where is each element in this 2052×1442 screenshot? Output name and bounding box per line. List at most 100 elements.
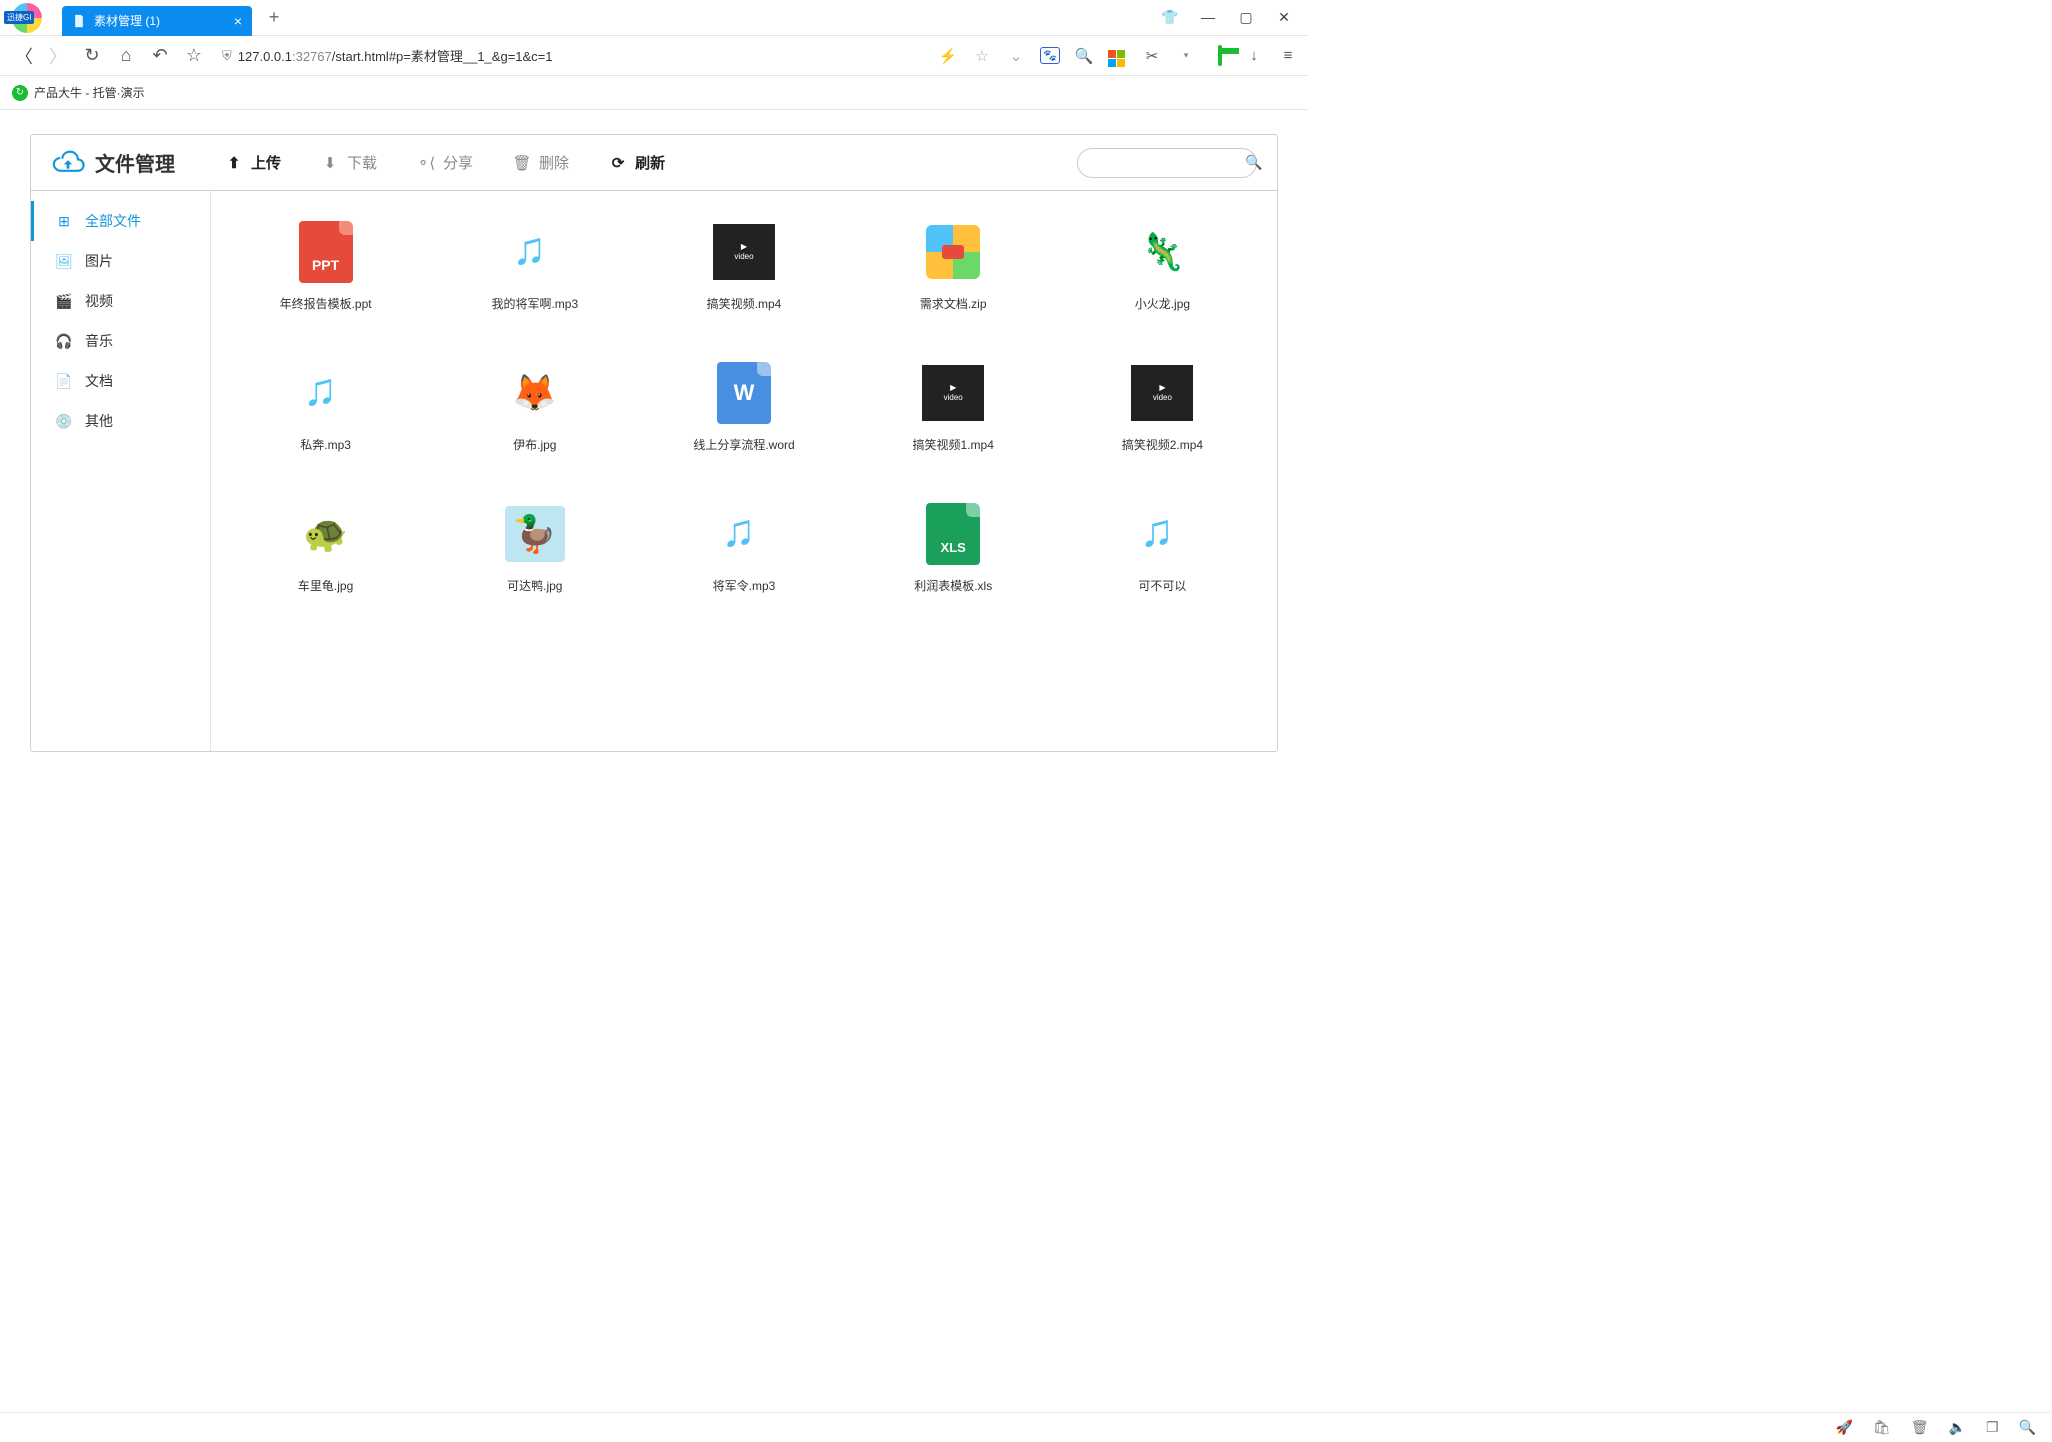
- file-thumb: [709, 503, 779, 565]
- file-item[interactable]: 需求文档.zip: [859, 221, 1048, 312]
- paw-icon[interactable]: 🐾: [1040, 47, 1060, 64]
- file-thumb: 🐢: [291, 503, 361, 565]
- search-wrap: 🔍: [1077, 148, 1257, 178]
- file-thumb: [500, 221, 570, 283]
- sidebar-label-image: 图片: [85, 251, 113, 271]
- menu-icon[interactable]: ≡: [1278, 47, 1298, 64]
- new-tab-button[interactable]: +: [258, 2, 290, 34]
- tab-close-button[interactable]: ×: [234, 13, 242, 29]
- file-thumb: [918, 221, 988, 283]
- file-item[interactable]: ▶video搞笑视频2.mp4: [1068, 362, 1257, 453]
- browser-statusbar: 🚀 🛍 🗑 🔈 ❐ 🔍: [0, 1412, 2052, 1442]
- file-thumb: [291, 362, 361, 424]
- dropdown-caret-icon[interactable]: ▾: [1176, 50, 1196, 61]
- file-item[interactable]: XLS利润表模板.xls: [859, 503, 1048, 594]
- window-controls: 👕 — ▢ ✕: [1160, 9, 1308, 26]
- sidebar-item-other[interactable]: 💿 其他: [31, 401, 210, 441]
- download-button[interactable]: ⬇ 下载: [321, 152, 377, 173]
- rocket-icon[interactable]: 🚀: [1836, 1419, 1853, 1436]
- volume-icon[interactable]: 🔈: [1949, 1419, 1966, 1436]
- file-thumb: PPT: [291, 221, 361, 283]
- brand-logo-icon: [51, 146, 85, 180]
- forward-button[interactable]: 〉: [44, 42, 72, 70]
- upload-icon: ⬆: [225, 154, 243, 172]
- delete-label: 删除: [539, 152, 569, 173]
- page-content: 文件管理 ⬆上传 ⬇下载 ⚬⟨分享 🗑删除 ⟳刷新 🔍 ⊞ 全部文件: [0, 110, 1308, 752]
- zoom-icon[interactable]: 🔍: [2019, 1419, 2036, 1436]
- download-label: 下载: [347, 152, 377, 173]
- file-name: 车里龟.jpg: [298, 577, 353, 594]
- file-thumb: W: [709, 362, 779, 424]
- file-item[interactable]: W 线上分享流程.word: [649, 362, 838, 453]
- doc-icon: 📄: [55, 372, 73, 390]
- upload-label: 上传: [251, 152, 281, 173]
- refresh-label: 刷新: [635, 152, 665, 173]
- flash-icon[interactable]: ⚡: [938, 47, 958, 65]
- battery-icon[interactable]: [1210, 47, 1230, 64]
- browser-tab[interactable]: 素材管理 (1) ×: [62, 6, 252, 36]
- file-item[interactable]: PPT年终报告模板.ppt: [231, 221, 420, 312]
- file-thumb: 🦎: [1127, 221, 1197, 283]
- file-item[interactable]: 私奔.mp3: [231, 362, 420, 453]
- favorite-button[interactable]: ☆: [180, 42, 208, 70]
- file-item[interactable]: 我的将军啊.mp3: [440, 221, 629, 312]
- sidebar-label-other: 其他: [85, 411, 113, 431]
- undo-button[interactable]: ↶: [146, 42, 174, 70]
- multi-window-icon[interactable]: ❐: [1986, 1419, 1999, 1436]
- wardrobe-icon[interactable]: 👕: [1160, 9, 1180, 26]
- file-thumb: 🦊: [500, 362, 570, 424]
- file-grid: PPT年终报告模板.ppt我的将军啊.mp3▶video搞笑视频.mp4需求文档…: [211, 191, 1277, 751]
- sidebar-item-music[interactable]: 🎧 音乐: [31, 321, 210, 361]
- file-item[interactable]: 将军令.mp3: [649, 503, 838, 594]
- file-thumb: [1127, 503, 1197, 565]
- grid-icon: ⊞: [55, 212, 73, 230]
- download-icon: ⬇: [321, 154, 339, 172]
- file-item[interactable]: ▶video搞笑视频1.mp4: [859, 362, 1048, 453]
- upload-button[interactable]: ⬆ 上传: [225, 152, 281, 173]
- file-item[interactable]: 🐢 车里龟.jpg: [231, 503, 420, 594]
- file-name: 线上分享流程.word: [693, 436, 794, 453]
- search-icon[interactable]: 🔍: [1245, 154, 1262, 171]
- sidebar-label-doc: 文档: [85, 371, 113, 391]
- cart-icon[interactable]: 🛍: [1873, 1419, 1891, 1436]
- close-window-button[interactable]: ✕: [1274, 9, 1294, 26]
- file-item[interactable]: 🦊伊布.jpg: [440, 362, 629, 453]
- bookmark-link[interactable]: 产品大牛 - 托管·演示: [34, 84, 145, 101]
- refresh-button[interactable]: ⟳刷新: [609, 152, 665, 173]
- file-thumb: ▶video: [709, 221, 779, 283]
- video-icon: 🎬: [55, 292, 73, 310]
- file-name: 搞笑视频2.mp4: [1122, 436, 1203, 453]
- download-icon[interactable]: ↓: [1244, 47, 1264, 64]
- file-item[interactable]: 🦆可达鸭.jpg: [440, 503, 629, 594]
- browser-app-logo[interactable]: [4, 0, 50, 36]
- chevron-down-icon[interactable]: ⌄: [1006, 47, 1026, 65]
- home-button[interactable]: ⌂: [112, 42, 140, 70]
- maximize-button[interactable]: ▢: [1236, 9, 1256, 26]
- file-name: 可达鸭.jpg: [507, 577, 562, 594]
- sidebar-item-image[interactable]: 🖼 图片: [31, 241, 210, 281]
- url-bar[interactable]: ⛨ 127.0.0.1:32767/start.html#p=素材管理__1_&…: [222, 46, 553, 65]
- file-name: 私奔.mp3: [300, 436, 351, 453]
- sidebar-item-all[interactable]: ⊞ 全部文件: [31, 201, 210, 241]
- share-icon: ⚬⟨: [417, 154, 435, 172]
- sidebar-item-video[interactable]: 🎬 视频: [31, 281, 210, 321]
- reload-button[interactable]: ↻: [78, 42, 106, 70]
- search-box[interactable]: 🔍: [1077, 148, 1257, 178]
- scissors-icon[interactable]: ✂: [1142, 47, 1162, 65]
- file-item[interactable]: 🦎小火龙.jpg: [1068, 221, 1257, 312]
- file-item[interactable]: ▶video搞笑视频.mp4: [649, 221, 838, 312]
- minimize-button[interactable]: —: [1198, 9, 1218, 26]
- apps-grid-icon[interactable]: [1108, 45, 1128, 67]
- search-input[interactable]: [1090, 156, 1245, 170]
- back-button[interactable]: 〈: [10, 42, 38, 70]
- share-button[interactable]: ⚬⟨分享: [417, 152, 473, 173]
- file-item[interactable]: 可不可以: [1068, 503, 1257, 594]
- sidebar-item-doc[interactable]: 📄 文档: [31, 361, 210, 401]
- trash-icon[interactable]: 🗑: [1911, 1419, 1929, 1436]
- delete-button[interactable]: 🗑删除: [513, 152, 569, 173]
- shield-icon: ⛨: [222, 48, 232, 64]
- bookmark-bar: ↻ 产品大牛 - 托管·演示: [0, 76, 1308, 110]
- sidebar: ⊞ 全部文件 🖼 图片 🎬 视频 🎧 音乐 📄 文档: [31, 191, 211, 751]
- star-icon[interactable]: ☆: [972, 47, 992, 65]
- search-icon[interactable]: 🔍: [1074, 47, 1094, 65]
